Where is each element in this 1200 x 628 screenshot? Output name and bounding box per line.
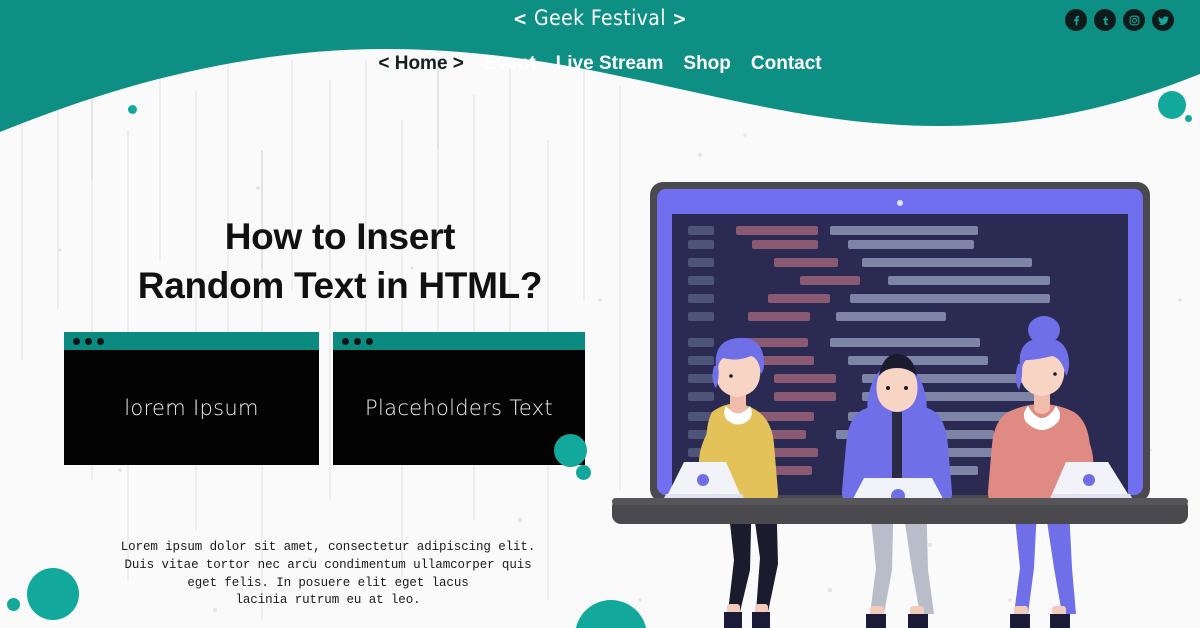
decor-dot-bottom-left (7, 598, 20, 611)
terminal-dot-maximize-icon[interactable] (366, 337, 373, 345)
decor-circle-bottom-left (27, 568, 79, 620)
decor-circle-terminal (554, 434, 587, 467)
brand-right-chevron: > (672, 8, 688, 30)
lorem-paragraph: Lorem ipsum dolor sit amet, consectetur … (48, 539, 608, 610)
twitter-icon[interactable] (1152, 9, 1174, 31)
nav-item-event[interactable]: Event (484, 53, 536, 75)
terminal-body: Placeholders Text (333, 350, 585, 465)
lorem-line-3: eget felis. In posuere elit eget lacus (187, 575, 469, 590)
illustration-three-people-coding-on-laptop (612, 182, 1188, 628)
terminal-cards: lorem Ipsum Placeholders Text (64, 332, 585, 465)
terminal-title-bar (64, 332, 319, 350)
headline-line-1: How to Insert (224, 215, 456, 257)
nav-item-live-stream[interactable]: Live Stream (556, 53, 664, 75)
decor-dot-upper-left (128, 105, 137, 114)
decor-dot-top-right (1185, 115, 1192, 122)
social-links (1065, 9, 1174, 31)
terminal-dot-minimize-icon[interactable] (354, 337, 361, 345)
page-title: How to Insert Random Text in HTML? (20, 213, 660, 311)
terminal-text: Placeholders Text (365, 395, 553, 420)
tumblr-icon[interactable] (1094, 9, 1116, 31)
brand-name: Geek Festival (534, 6, 666, 30)
lorem-line-1: Lorem ipsum dolor sit amet, consectetur … (120, 540, 536, 554)
terminal-title-bar (333, 332, 585, 350)
lorem-line-2: Duis vitae tortor nec arcu condimentum u… (124, 557, 532, 572)
facebook-icon[interactable] (1065, 9, 1087, 31)
terminal-body: lorem Ipsum (64, 350, 319, 465)
brand-left-chevron: < (512, 8, 528, 30)
terminal-dot-close-icon[interactable] (342, 337, 349, 345)
nav-item-contact[interactable]: Contact (751, 53, 822, 75)
terminal-lorem-ipsum[interactable]: lorem Ipsum (64, 332, 319, 465)
brand-title: < Geek Festival > (0, 6, 1200, 30)
terminal-placeholders-text[interactable]: Placeholders Text (333, 332, 585, 465)
terminal-text: lorem Ipsum (124, 395, 259, 420)
lorem-line-4: lacinia rutrum eu at leo. (235, 593, 421, 608)
instagram-icon[interactable] (1123, 9, 1145, 31)
headline-line-2: Random Text in HTML? (137, 264, 543, 306)
terminal-dot-maximize-icon[interactable] (97, 337, 104, 345)
terminal-dot-close-icon[interactable] (73, 337, 80, 345)
nav-item-shop[interactable]: Shop (683, 53, 731, 75)
decor-dot-terminal (576, 465, 591, 480)
decor-circle-top-right (1158, 91, 1186, 119)
nav-item-home[interactable]: < Home > (378, 53, 464, 75)
landing-page-stage: < Geek Festival > < Home > Event Live St… (0, 0, 1200, 628)
terminal-dot-minimize-icon[interactable] (85, 337, 92, 345)
main-navigation: < Home > Event Live Stream Shop Contact (0, 53, 1200, 75)
